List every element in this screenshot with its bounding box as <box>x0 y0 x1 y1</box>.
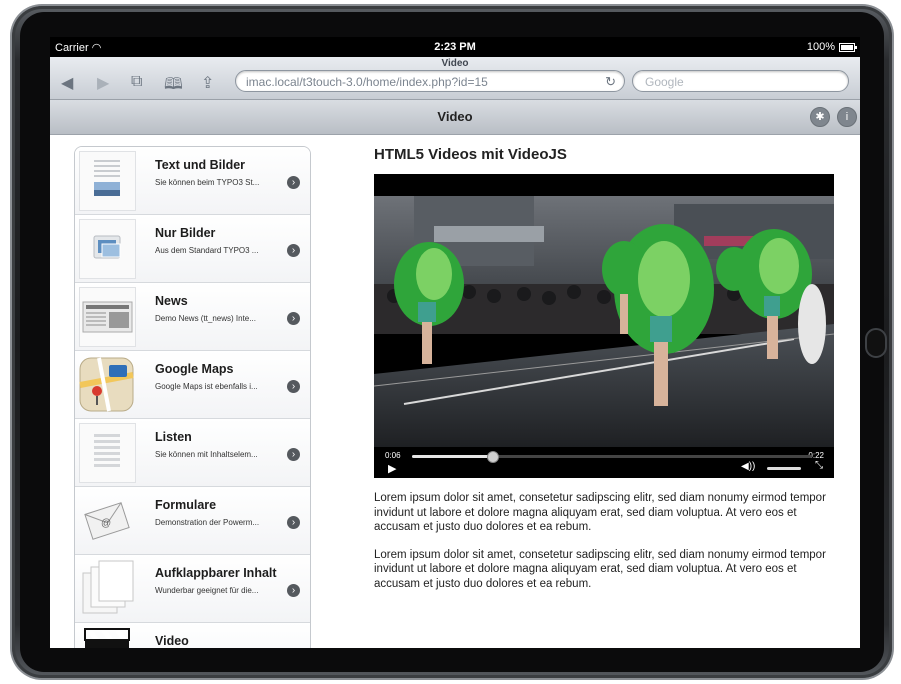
page-heading: HTML5 Videos mit VideoJS <box>374 146 567 163</box>
clapperboard-icon <box>79 627 134 648</box>
list-item-aufklappbarer-inhalt[interactable]: Aufklappbarer Inhalt Wunderbar geeignet … <box>75 555 310 623</box>
chevron-right-icon: › <box>287 448 300 461</box>
home-button[interactable] <box>865 328 887 358</box>
item-description: Demo News (tt_news) Inte... <box>155 314 256 323</box>
seek-handle[interactable] <box>487 451 499 463</box>
search-field[interactable]: Google <box>632 70 849 92</box>
item-description: Aus dem Standard TYPO3 ... <box>155 246 259 255</box>
url-text: imac.local/t3touch-3.0/home/index.php?id… <box>246 75 488 89</box>
reload-icon[interactable]: ↻ <box>605 71 616 93</box>
list-item-news[interactable]: News Demo News (tt_news) Inte... › <box>75 283 310 351</box>
item-title: Formulare <box>155 498 217 512</box>
fullscreen-icon[interactable]: ⤡ <box>815 460 823 471</box>
forward-arrow-icon[interactable]: ▶ <box>97 73 109 93</box>
item-title: Nur Bilder <box>155 226 216 240</box>
battery-indicator: 100% <box>806 41 857 53</box>
list-item-nur-bilder[interactable]: Nur Bilder Aus dem Standard TYPO3 ... › <box>75 215 310 283</box>
item-description: Sie können beim TYPO3 St... <box>155 178 260 187</box>
item-title: News <box>155 294 188 308</box>
item-title: Text und Bilder <box>155 158 246 172</box>
status-time: 2:23 PM <box>434 41 476 53</box>
list-item-listen[interactable]: Listen Sie können mit Inhaltselem... › <box>75 419 310 487</box>
list-thumbnail <box>79 423 136 483</box>
back-arrow-icon[interactable]: ◀ <box>61 73 73 93</box>
item-description: Demonstration der Powerm... <box>155 518 260 527</box>
images-thumbnail <box>79 219 136 279</box>
battery-icon <box>839 42 857 52</box>
main-content: HTML5 Videos mit VideoJS 0:06 -0:22 ▶ ◀)… <box>374 146 834 603</box>
bookmarks-icon[interactable]: 🕮 <box>164 73 183 100</box>
list-item-formulare[interactable]: @ Formulare Demonstration der Powerm... … <box>75 487 310 555</box>
body-paragraph: Lorem ipsum dolor sit amet, consetetur s… <box>374 548 826 590</box>
app-title: Video <box>437 109 473 124</box>
list-item-video[interactable]: Video <box>75 623 310 648</box>
video-player[interactable]: 0:06 -0:22 ▶ ◀)) ⤡ <box>374 174 834 478</box>
item-title: Video <box>155 634 189 648</box>
safari-toolbar: Video ◀ ▶ ⧉ 🕮 ⇪ imac.local/t3touch-3.0/h… <box>50 57 860 100</box>
volume-slider[interactable] <box>767 467 801 470</box>
chevron-right-icon: › <box>287 244 300 257</box>
chevron-right-icon: › <box>287 176 300 189</box>
chevron-right-icon: › <box>287 312 300 325</box>
battery-percent: 100% <box>806 41 835 53</box>
newspaper-thumbnail <box>79 287 136 347</box>
screen: Carrier ◠ 2:23 PM 100% Video ◀ ▶ ⧉ 🕮 ⇪ i… <box>50 37 860 648</box>
settings-icon[interactable]: ✱ <box>810 107 830 127</box>
chevron-right-icon: › <box>287 516 300 529</box>
app-header: Video ✱ i <box>50 100 860 135</box>
maps-app-icon <box>79 355 134 413</box>
status-bar: Carrier ◠ 2:23 PM 100% <box>50 37 860 57</box>
share-icon[interactable]: ⇪ <box>201 73 214 93</box>
pages-icon <box>79 559 134 617</box>
item-title: Google Maps <box>155 362 234 376</box>
item-description: Sie können mit Inhaltselem... <box>155 450 258 459</box>
item-title: Listen <box>155 430 192 444</box>
browser-page-title: Video <box>441 58 469 69</box>
video-frame <box>374 174 834 447</box>
sidebar-list: Text und Bilder Sie können beim TYPO3 St… <box>74 146 311 648</box>
list-item-google-maps[interactable]: Google Maps Google Maps ist ebenfalls i.… <box>75 351 310 419</box>
text-image-thumbnail <box>79 151 136 211</box>
mail-icon: @ <box>79 491 134 549</box>
url-field[interactable]: imac.local/t3touch-3.0/home/index.php?id… <box>235 70 625 92</box>
svg-text:@: @ <box>101 518 111 529</box>
item-title: Aufklappbarer Inhalt <box>155 566 277 580</box>
seek-progress <box>412 455 492 458</box>
elapsed-time: 0:06 <box>385 451 401 460</box>
seek-bar[interactable] <box>412 451 812 463</box>
chevron-right-icon: › <box>287 584 300 597</box>
item-description: Wunderbar geeignet für die... <box>155 586 259 595</box>
list-item-text-und-bilder[interactable]: Text und Bilder Sie können beim TYPO3 St… <box>75 147 310 215</box>
body-paragraph: Lorem ipsum dolor sit amet, consetetur s… <box>374 492 826 533</box>
item-description: Google Maps ist ebenfalls i... <box>155 382 258 391</box>
volume-icon[interactable]: ◀)) <box>741 461 755 472</box>
video-controls: 0:06 -0:22 ▶ ◀)) ⤡ <box>374 447 834 478</box>
play-icon[interactable]: ▶ <box>388 462 396 475</box>
tabs-icon[interactable]: ⧉ <box>131 73 142 91</box>
chevron-right-icon: › <box>287 380 300 393</box>
info-icon[interactable]: i <box>837 107 857 127</box>
